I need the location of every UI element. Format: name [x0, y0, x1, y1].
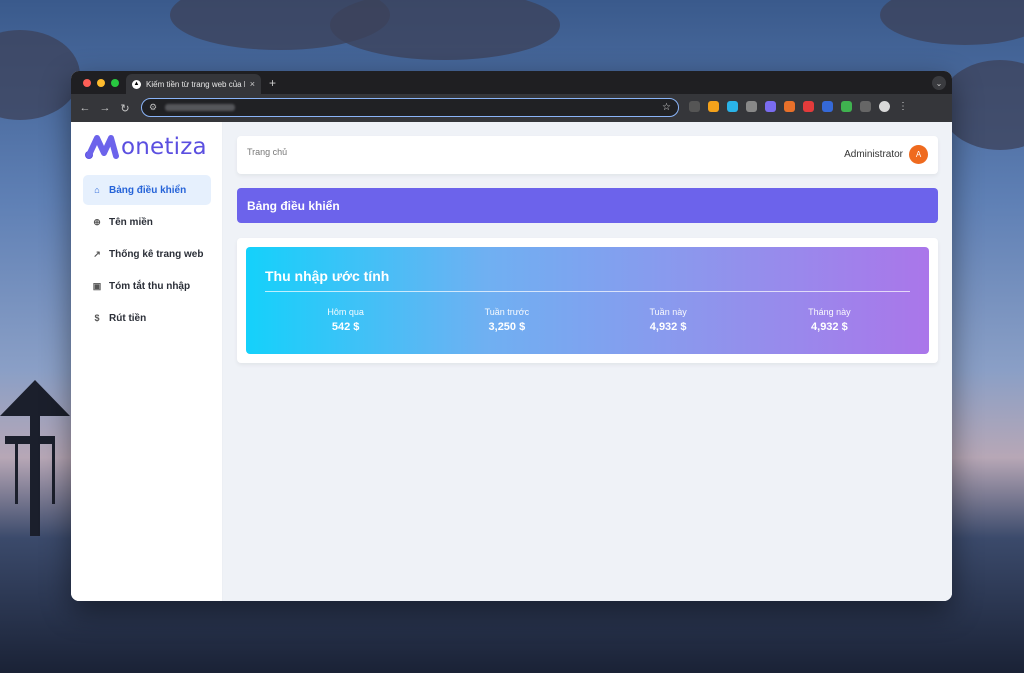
stat-label: Tuần này: [649, 307, 687, 317]
sidebar-item-label: Rút tiền: [109, 312, 147, 324]
wallpaper-cloud: [330, 0, 560, 60]
sidebar-item-domains[interactable]: ⊕ Tên miền: [83, 207, 211, 237]
stat-label: Tháng này: [808, 307, 851, 317]
wallpaper-cloud: [0, 30, 80, 120]
browser-menu-icon[interactable]: ⋮: [898, 101, 908, 112]
close-window-button[interactable]: [83, 79, 91, 87]
stat-label: Tuần trước: [484, 307, 530, 317]
user-menu[interactable]: Administrator A: [844, 145, 928, 164]
sidebar-item-label: Bảng điều khiển: [109, 184, 187, 196]
dollar-circle-icon: $: [94, 313, 100, 323]
extension-icon[interactable]: [841, 101, 852, 112]
site-settings-icon[interactable]: ⚙: [149, 102, 157, 113]
avatar: A: [909, 145, 928, 164]
wallpaper-tower: [0, 380, 70, 536]
wallet-icon: ▣: [92, 280, 102, 291]
tab-title: Kiếm tiền từ trang web của bạ: [146, 79, 245, 89]
app-root: onetiza ⌂ Bảng điều khiển ⊕ Tên miền ↗ T…: [71, 122, 952, 601]
stat-this-month: Tháng này 4,932 $: [749, 307, 910, 333]
sidebar-item-dashboard[interactable]: ⌂ Bảng điều khiển: [83, 175, 211, 205]
earnings-title: Thu nhập ước tính: [265, 268, 390, 284]
user-name: Administrator: [844, 149, 903, 160]
forward-arrow-icon[interactable]: →: [95, 102, 115, 114]
window-controls: [83, 79, 119, 87]
earnings-card: Thu nhập ước tính Hôm qua 542 $ Tuần trư…: [237, 238, 938, 363]
extension-icon[interactable]: [803, 101, 814, 112]
stat-value: 4,932 $: [649, 321, 687, 333]
address-bar[interactable]: ⚙ ☆: [141, 98, 679, 117]
stat-this-week: Tuần này 4,932 $: [588, 307, 749, 333]
puzzle-icon[interactable]: [860, 101, 871, 112]
stat-label: Hôm qua: [327, 307, 364, 317]
profile-avatar-icon[interactable]: [879, 101, 890, 112]
home-icon: ⌂: [94, 185, 100, 195]
wallpaper-cloud: [880, 0, 1024, 45]
bookmark-star-icon[interactable]: ☆: [662, 102, 671, 113]
reload-icon[interactable]: ↻: [115, 102, 135, 115]
stat-yesterday: Hôm qua 542 $: [265, 307, 426, 333]
earnings-stats: Hôm qua 542 $ Tuần trước 3,250 $ Tuần nà…: [265, 307, 910, 333]
stat-last-week: Tuần trước 3,250 $: [426, 307, 587, 333]
stat-value: 4,932 $: [811, 321, 848, 333]
extensions-bar: ⋮: [689, 101, 908, 112]
sidebar-item-label: Tên miền: [109, 216, 153, 228]
trending-up-icon: ↗: [93, 248, 101, 259]
sidebar-item-earnings-summary[interactable]: ▣ Tóm tắt thu nhập: [83, 271, 211, 301]
stat-value: 542 $: [331, 321, 360, 333]
close-tab-icon[interactable]: ×: [250, 79, 255, 89]
new-tab-button[interactable]: +: [269, 76, 276, 90]
sidebar-item-site-stats[interactable]: ↗ Thống kê trang web: [83, 239, 211, 269]
url-text-blurred: [165, 104, 236, 111]
extension-icon[interactable]: [708, 101, 719, 112]
browser-toolbar: ← → ↻ ⚙ ☆ ⋮: [71, 94, 952, 122]
sidebar-item-label: Tóm tắt thu nhập: [109, 280, 191, 292]
sidebar-item-withdraw[interactable]: $ Rút tiền: [83, 303, 211, 333]
extension-icon[interactable]: [784, 101, 795, 112]
favicon-icon: ▲: [132, 79, 141, 89]
tab-search-chevron-icon[interactable]: ⌄: [932, 76, 946, 90]
divider: [265, 291, 910, 292]
earnings-banner: Thu nhập ước tính Hôm qua 542 $ Tuần trư…: [246, 247, 929, 354]
stat-value: 3,250 $: [488, 321, 526, 333]
logo-text: onetiza: [121, 134, 207, 160]
globe-icon: ⊕: [93, 216, 101, 227]
minimize-window-button[interactable]: [97, 79, 105, 87]
sidebar-item-label: Thống kê trang web: [109, 248, 204, 260]
tab-strip: ▲ Kiếm tiền từ trang web của bạ × + ⌄: [71, 71, 952, 94]
breadcrumb[interactable]: Trang chủ: [247, 147, 287, 157]
logo-m-icon: [85, 135, 119, 159]
main-content: Trang chủ Administrator A Bảng điều khiể…: [223, 122, 952, 601]
sidebar: onetiza ⌂ Bảng điều khiển ⊕ Tên miền ↗ T…: [71, 122, 223, 601]
page-title: Bảng điều khiển: [237, 188, 938, 223]
wallpaper-cloud: [940, 60, 1024, 150]
sidebar-menu: ⌂ Bảng điều khiển ⊕ Tên miền ↗ Thống kê …: [71, 175, 222, 333]
brand-logo[interactable]: onetiza: [71, 122, 222, 164]
browser-tab[interactable]: ▲ Kiếm tiền từ trang web của bạ ×: [126, 74, 261, 94]
extension-icon[interactable]: [727, 101, 738, 112]
browser-window: ▲ Kiếm tiền từ trang web của bạ × + ⌄ ← …: [71, 71, 952, 601]
extension-icon[interactable]: [746, 101, 757, 112]
extension-icon[interactable]: [765, 101, 776, 112]
extension-icon[interactable]: [689, 101, 700, 112]
extension-icon[interactable]: [822, 101, 833, 112]
maximize-window-button[interactable]: [111, 79, 119, 87]
back-arrow-icon[interactable]: ←: [75, 102, 95, 114]
top-header: Trang chủ Administrator A: [237, 136, 938, 174]
